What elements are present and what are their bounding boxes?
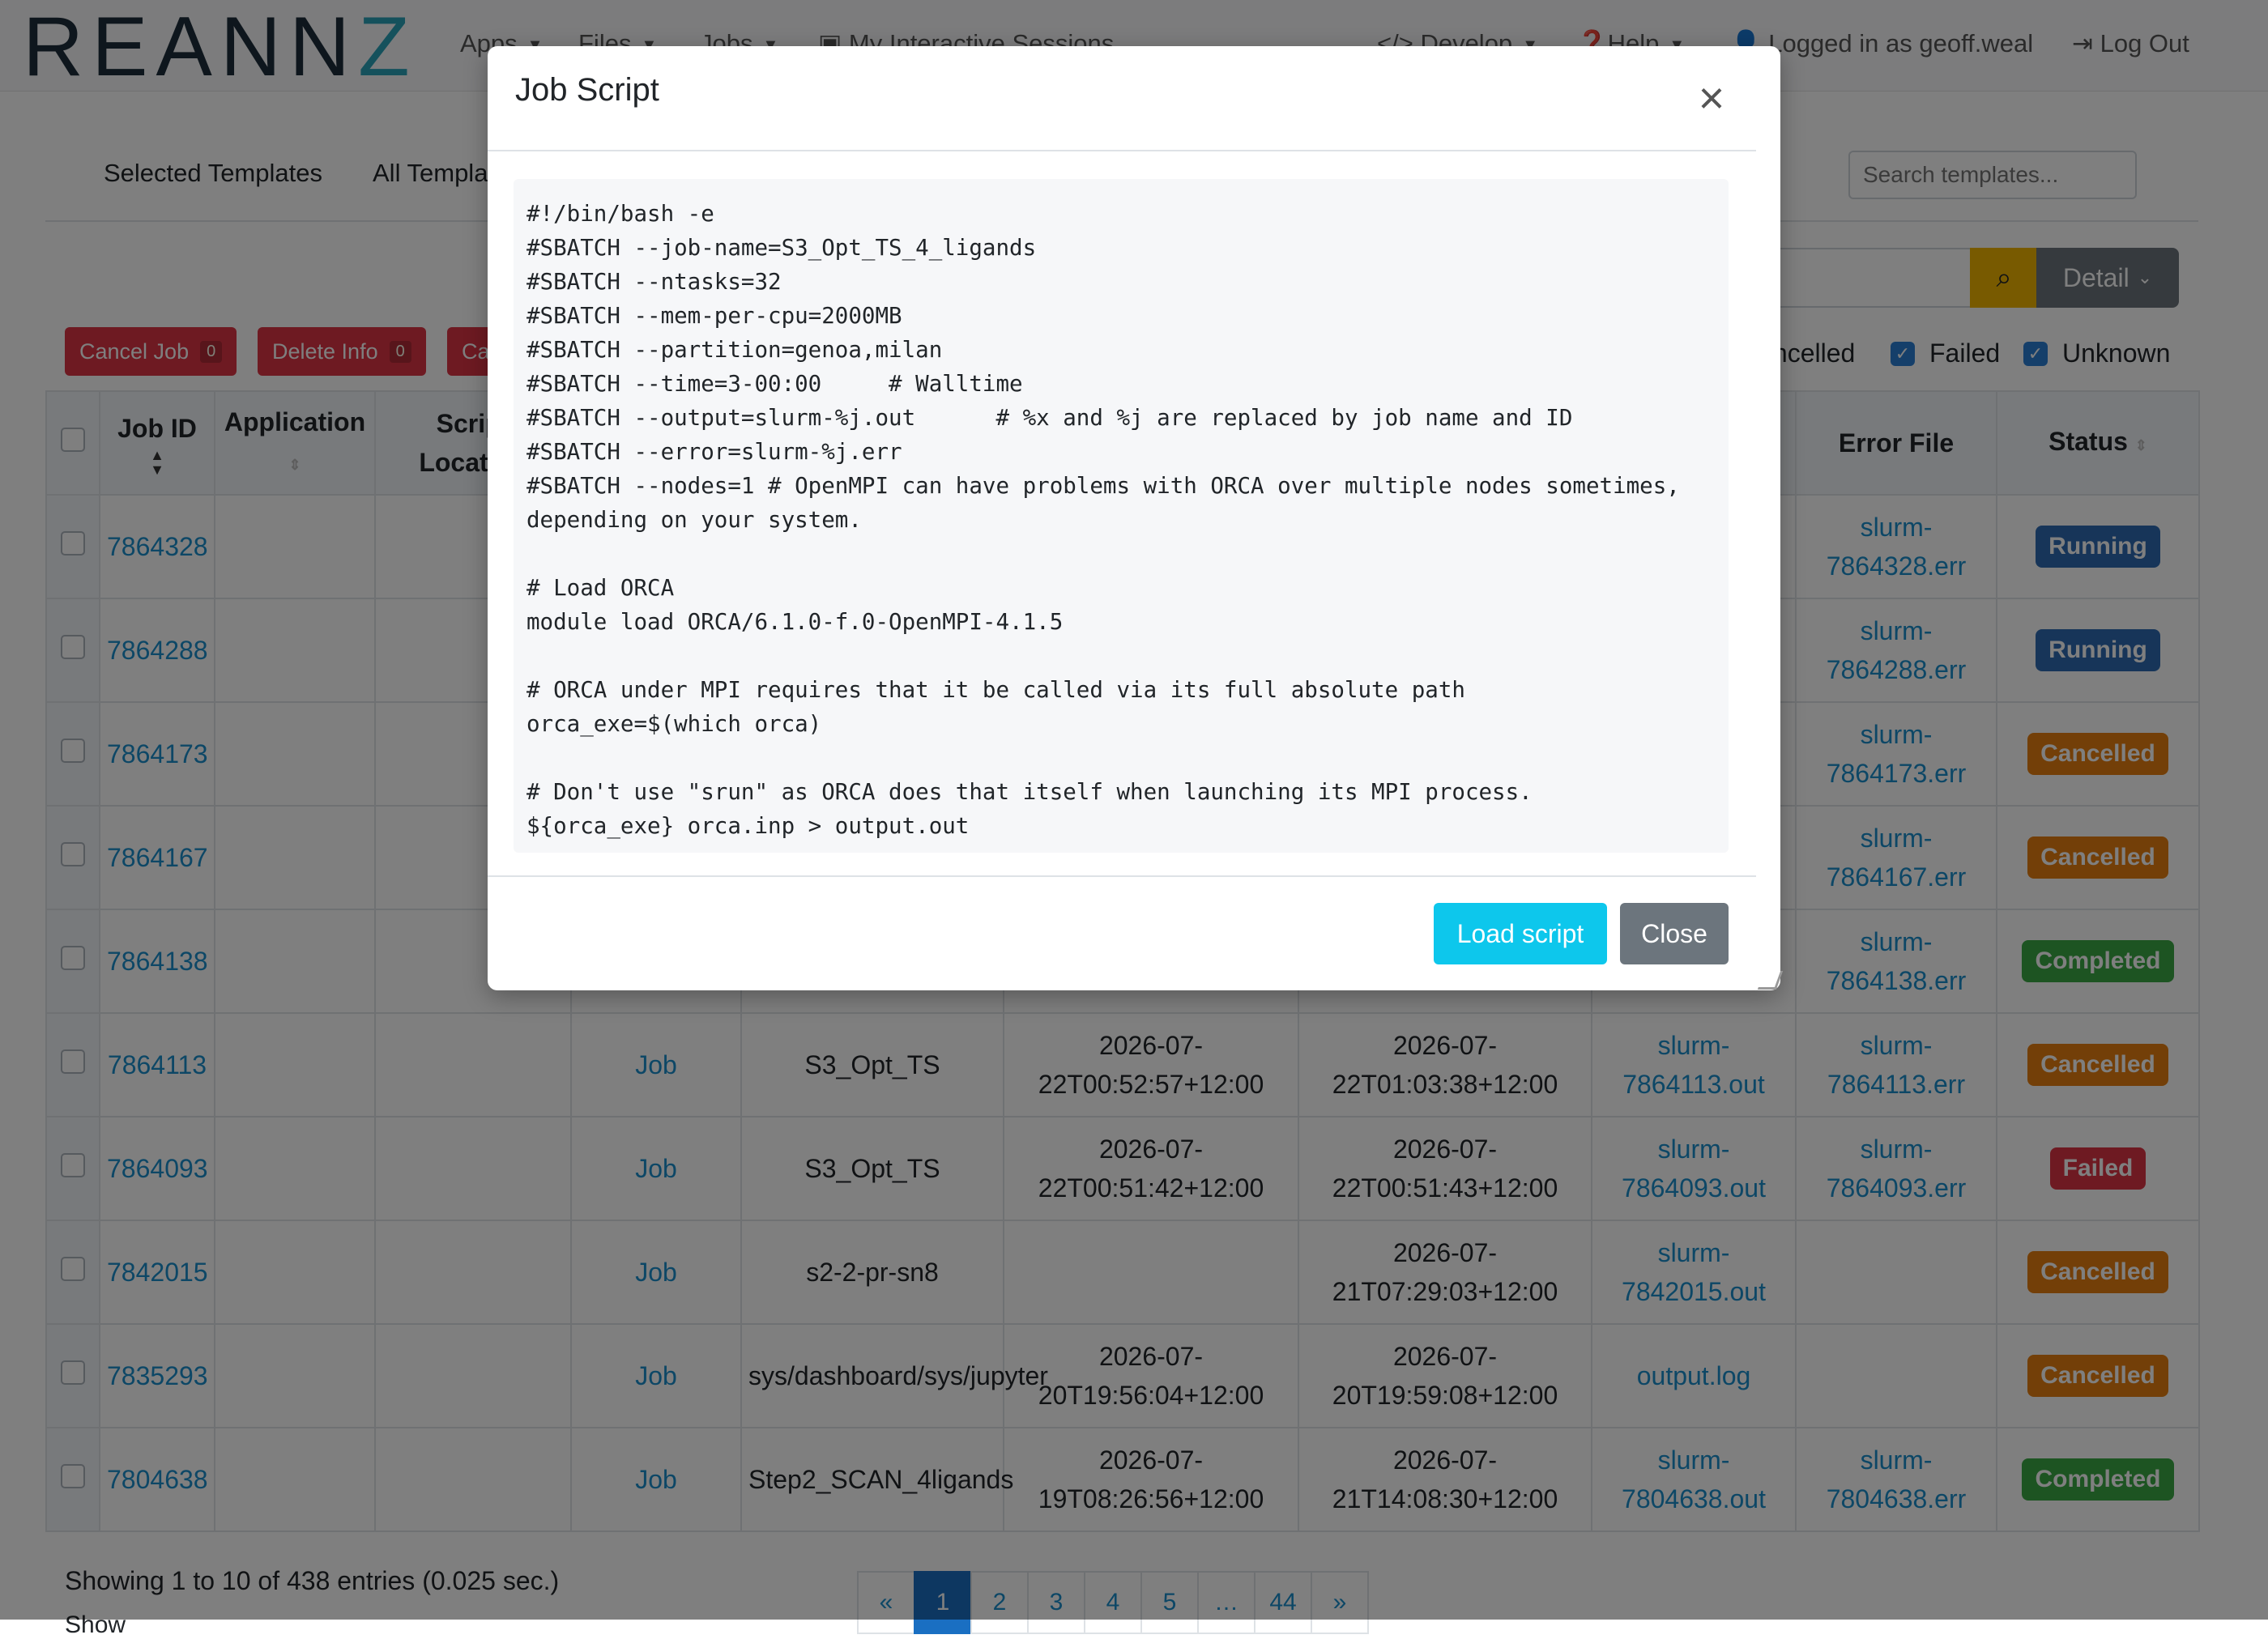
- close-icon[interactable]: ×: [1691, 75, 1732, 121]
- modal-title: Job Script: [515, 72, 659, 108]
- modal-footer-divider: [488, 875, 1756, 877]
- job-script-content: #!/bin/bash -e #SBATCH --job-name=S3_Opt…: [514, 179, 1729, 853]
- close-button[interactable]: Close: [1620, 903, 1729, 964]
- load-script-button[interactable]: Load script: [1434, 903, 1607, 964]
- modal-header-divider: [488, 150, 1756, 151]
- job-script-modal: Job Script × #!/bin/bash -e #SBATCH --jo…: [488, 46, 1784, 990]
